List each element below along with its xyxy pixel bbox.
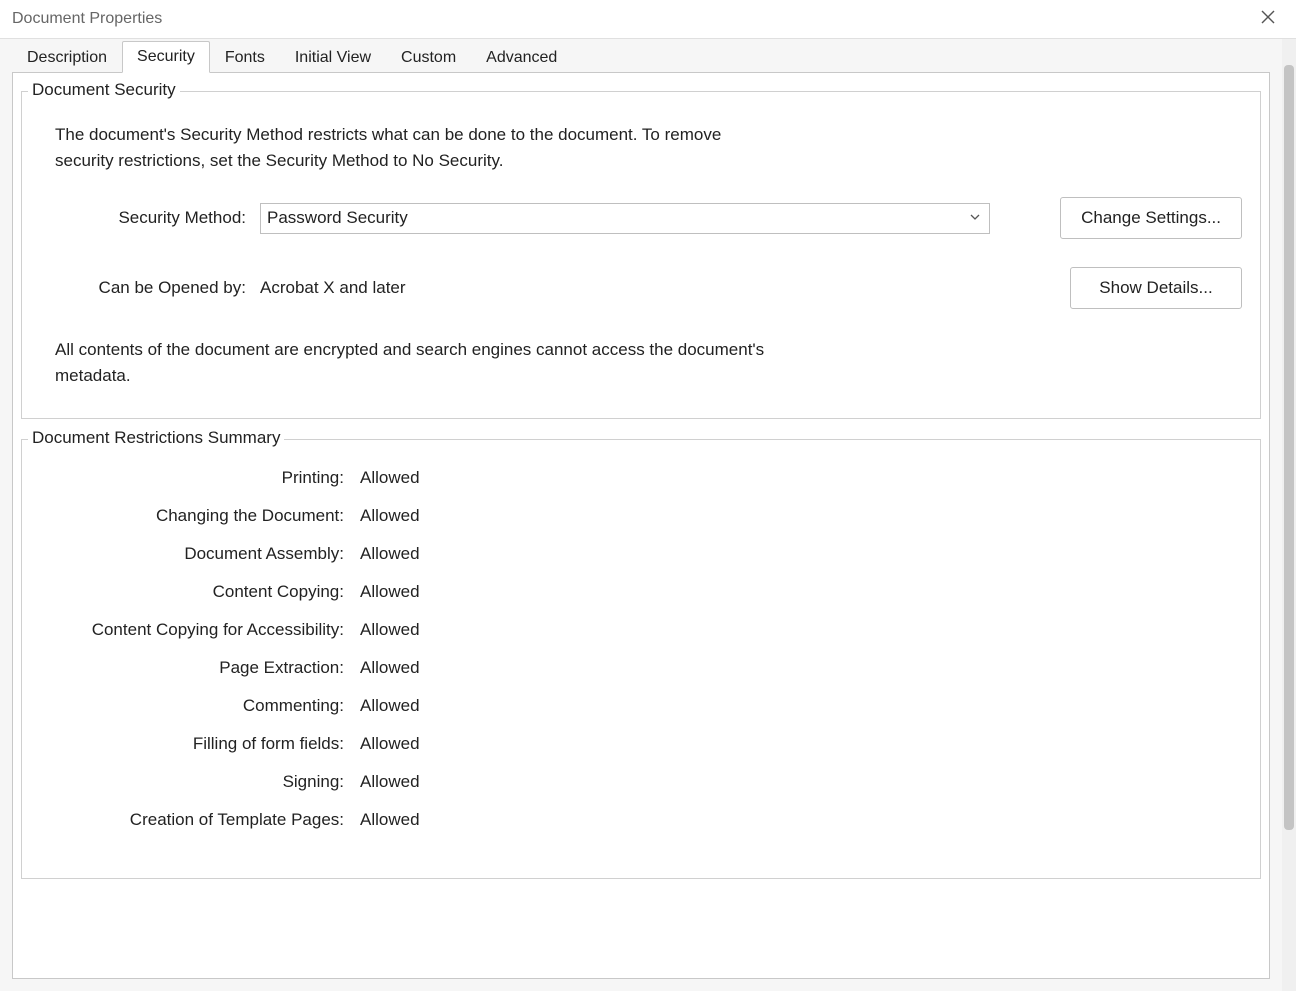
restriction-label: Commenting: — [40, 696, 360, 716]
restriction-row: Content Copying for Accessibility:Allowe… — [40, 620, 1242, 640]
close-button[interactable] — [1248, 3, 1288, 35]
tabs-row: Description Security Fonts Initial View … — [12, 39, 1270, 73]
restriction-value: Allowed — [360, 658, 420, 678]
inner-panel: Description Security Fonts Initial View … — [0, 39, 1282, 991]
vertical-scrollbar[interactable] — [1282, 39, 1296, 991]
restriction-value: Allowed — [360, 696, 420, 716]
restriction-row: Printing:Allowed — [40, 468, 1242, 488]
content-area: Description Security Fonts Initial View … — [0, 39, 1296, 991]
restriction-row: Creation of Template Pages:Allowed — [40, 810, 1242, 830]
restriction-label: Signing: — [40, 772, 360, 792]
tab-security[interactable]: Security — [122, 41, 210, 73]
tab-custom[interactable]: Custom — [386, 42, 471, 73]
restriction-value: Allowed — [360, 810, 420, 830]
document-properties-window: Document Properties Description Security… — [0, 0, 1296, 991]
opened-by-label: Can be Opened by: — [40, 278, 260, 298]
security-description-text: The document's Security Method restricts… — [55, 122, 755, 173]
restriction-value: Allowed — [360, 772, 420, 792]
window-title: Document Properties — [12, 10, 1248, 28]
document-security-group: Document Security The document's Securit… — [21, 91, 1261, 419]
restriction-label: Document Assembly: — [40, 544, 360, 564]
restriction-row: Commenting:Allowed — [40, 696, 1242, 716]
restriction-value: Allowed — [360, 620, 420, 640]
scrollbar-thumb[interactable] — [1284, 65, 1294, 830]
chevron-down-icon — [969, 208, 981, 228]
encryption-note: All contents of the document are encrypt… — [55, 337, 785, 388]
security-method-select[interactable]: Password Security — [260, 203, 990, 234]
opened-by-value: Acrobat X and later — [260, 278, 1050, 298]
restriction-value: Allowed — [360, 544, 420, 564]
restriction-value: Allowed — [360, 582, 420, 602]
show-details-button[interactable]: Show Details... — [1070, 267, 1242, 309]
restriction-label: Changing the Document: — [40, 506, 360, 526]
restriction-row: Document Assembly:Allowed — [40, 544, 1242, 564]
document-restrictions-group: Document Restrictions Summary Printing:A… — [21, 439, 1261, 879]
security-method-value-col: Password Security — [260, 203, 1050, 234]
restriction-row: Page Extraction:Allowed — [40, 658, 1242, 678]
restriction-label: Creation of Template Pages: — [40, 810, 360, 830]
restriction-value: Allowed — [360, 506, 420, 526]
restriction-row: Filling of form fields:Allowed — [40, 734, 1242, 754]
change-settings-button[interactable]: Change Settings... — [1060, 197, 1242, 239]
document-security-legend: Document Security — [28, 80, 180, 100]
tab-content-security: Document Security The document's Securit… — [12, 73, 1270, 979]
restriction-row: Signing:Allowed — [40, 772, 1242, 792]
tab-initial-view[interactable]: Initial View — [280, 42, 386, 73]
restriction-value: Allowed — [360, 468, 420, 488]
restriction-label: Printing: — [40, 468, 360, 488]
restriction-label: Content Copying: — [40, 582, 360, 602]
close-icon — [1261, 10, 1275, 28]
opened-by-row: Can be Opened by: Acrobat X and later Sh… — [40, 267, 1242, 309]
restriction-value: Allowed — [360, 734, 420, 754]
security-method-row: Security Method: Password Security Chang… — [40, 197, 1242, 239]
document-restrictions-legend: Document Restrictions Summary — [28, 428, 284, 448]
tab-description[interactable]: Description — [12, 42, 122, 73]
restriction-label: Page Extraction: — [40, 658, 360, 678]
titlebar: Document Properties — [0, 0, 1296, 39]
restriction-label: Content Copying for Accessibility: — [40, 620, 360, 640]
restriction-label: Filling of form fields: — [40, 734, 360, 754]
security-method-label: Security Method: — [40, 208, 260, 228]
restriction-row: Changing the Document:Allowed — [40, 506, 1242, 526]
security-method-selected-value: Password Security — [267, 208, 408, 228]
restriction-row: Content Copying:Allowed — [40, 582, 1242, 602]
tab-advanced[interactable]: Advanced — [471, 42, 572, 73]
tab-fonts[interactable]: Fonts — [210, 42, 280, 73]
